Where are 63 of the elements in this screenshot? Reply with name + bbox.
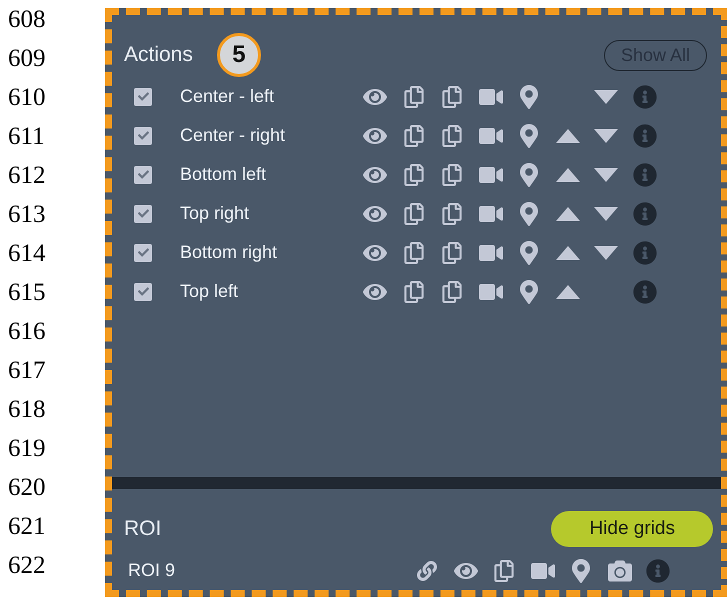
copy-icon[interactable] — [402, 242, 425, 264]
checkmark-icon — [138, 130, 148, 141]
line-number: 618 — [7, 395, 46, 425]
down-triangle-icon[interactable] — [594, 90, 618, 104]
down-triangle-icon[interactable] — [594, 206, 618, 220]
down-triangle-icon[interactable] — [594, 168, 618, 182]
copy-icon[interactable] — [441, 280, 464, 302]
line-number: 609 — [7, 44, 46, 74]
action-label: Top right — [180, 203, 250, 224]
copy-icon[interactable] — [493, 560, 516, 582]
number-badge: 5 — [216, 33, 261, 77]
line-number: 614 — [7, 239, 46, 269]
checkmark-icon — [138, 91, 148, 102]
copy-icon[interactable] — [441, 86, 464, 108]
line-number: 612 — [7, 161, 46, 191]
action-label: Top left — [180, 281, 240, 302]
line-number: 619 — [7, 434, 46, 464]
checkbox[interactable] — [134, 88, 152, 106]
checkbox[interactable] — [134, 244, 152, 262]
copy-icon[interactable] — [402, 86, 425, 108]
line-number: 611 — [7, 122, 45, 152]
copy-icon[interactable] — [441, 164, 464, 186]
checkbox[interactable] — [134, 166, 152, 184]
up-triangle-icon[interactable] — [556, 284, 580, 298]
checkbox[interactable] — [134, 282, 152, 300]
line-number: 610 — [7, 83, 46, 113]
section-title: ROI — [124, 517, 162, 541]
line-number: 620 — [7, 473, 46, 503]
copy-icon[interactable] — [441, 242, 464, 264]
up-triangle-icon[interactable] — [556, 128, 580, 142]
line-number: 616 — [7, 317, 46, 347]
link-icon[interactable] — [417, 560, 438, 580]
roi-label: ROI 9 — [128, 560, 176, 581]
up-triangle-icon[interactable] — [556, 206, 580, 220]
checkmark-icon — [138, 169, 148, 180]
checkbox[interactable] — [134, 126, 152, 144]
line-number: 613 — [7, 200, 46, 230]
copy-icon[interactable] — [441, 202, 464, 224]
line-number: 617 — [7, 356, 46, 386]
copy-icon[interactable] — [402, 164, 425, 186]
checkbox[interactable] — [134, 204, 152, 222]
action-label: Bottom left — [180, 164, 268, 185]
down-triangle-icon[interactable] — [594, 128, 618, 142]
checkmark-icon — [138, 286, 148, 297]
hide-grids-button[interactable]: Hide grids — [551, 511, 713, 547]
up-triangle-icon[interactable] — [556, 246, 580, 260]
action-label: Bottom right — [180, 242, 278, 263]
section-title: Actions — [124, 43, 193, 67]
checkmark-icon — [138, 208, 148, 219]
line-number: 621 — [7, 512, 46, 542]
copy-icon[interactable] — [441, 124, 464, 146]
camera-icon[interactable] — [608, 558, 632, 582]
copy-icon[interactable] — [402, 280, 425, 302]
action-label: Center - right — [180, 125, 286, 146]
copy-icon[interactable] — [402, 202, 425, 224]
action-label: Center - left — [180, 86, 276, 107]
down-triangle-icon[interactable] — [594, 246, 618, 260]
checkmark-icon — [138, 247, 148, 258]
up-triangle-icon[interactable] — [556, 168, 580, 182]
line-number: 615 — [7, 278, 46, 308]
copy-icon[interactable] — [402, 124, 425, 146]
line-number: 622 — [7, 551, 46, 581]
line-number: 608 — [7, 5, 46, 35]
